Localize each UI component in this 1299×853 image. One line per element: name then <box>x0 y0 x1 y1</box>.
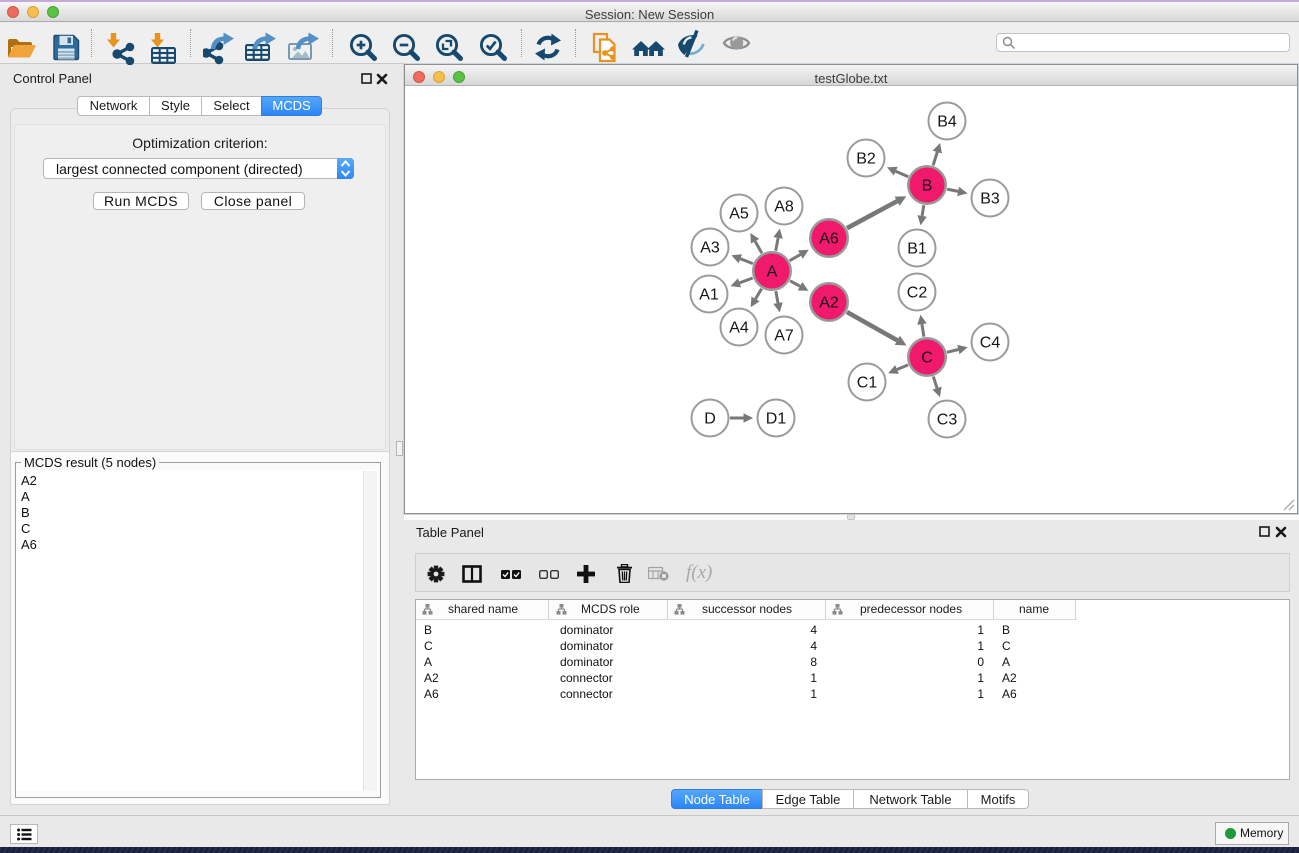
svg-text:A5: A5 <box>729 206 749 223</box>
svg-text:D1: D1 <box>766 411 787 428</box>
svg-text:A3: A3 <box>700 240 720 257</box>
svg-text:C2: C2 <box>907 285 928 302</box>
svg-text:A6: A6 <box>819 231 839 248</box>
svg-text:C1: C1 <box>857 375 878 392</box>
svg-text:C4: C4 <box>980 335 1001 352</box>
svg-text:A: A <box>767 264 778 281</box>
svg-text:C: C <box>921 350 933 367</box>
svg-text:D: D <box>704 411 716 428</box>
svg-text:B2: B2 <box>856 151 876 168</box>
svg-text:A4: A4 <box>729 320 749 337</box>
svg-text:A1: A1 <box>699 287 719 304</box>
svg-text:B1: B1 <box>907 241 927 258</box>
svg-text:C3: C3 <box>937 412 958 429</box>
svg-text:B: B <box>922 178 933 195</box>
svg-text:A2: A2 <box>819 295 839 312</box>
svg-text:B4: B4 <box>937 114 957 131</box>
svg-text:A8: A8 <box>774 199 794 216</box>
svg-text:A7: A7 <box>774 328 794 345</box>
svg-text:B3: B3 <box>980 191 1000 208</box>
